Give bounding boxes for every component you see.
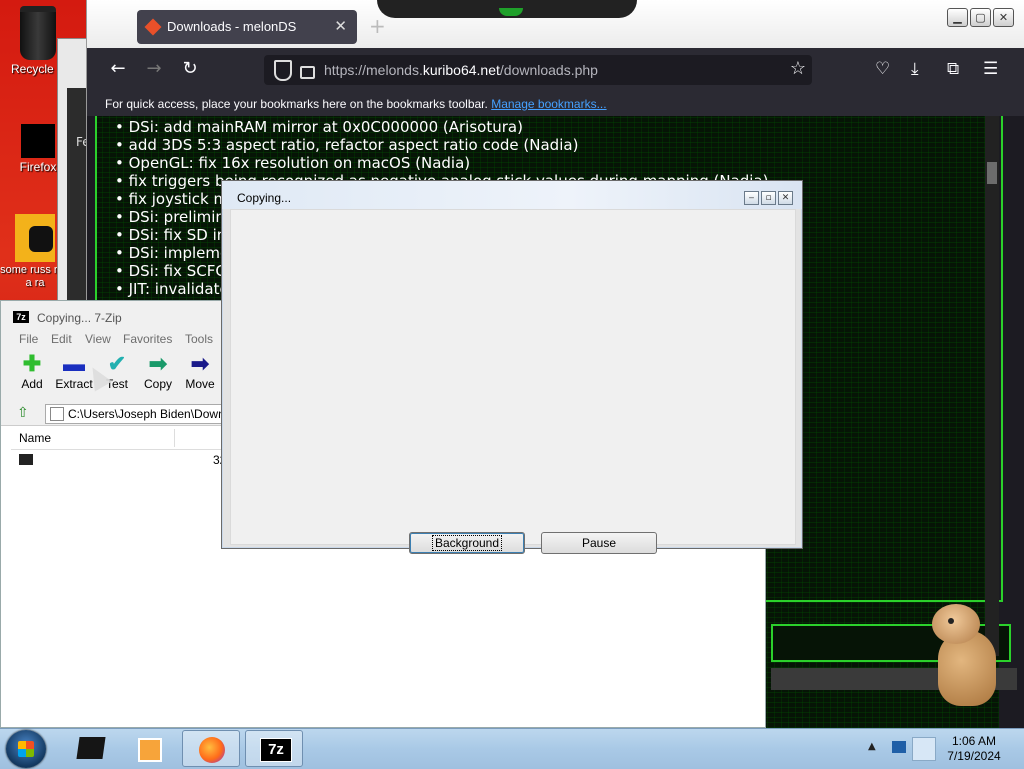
background-button[interactable]: Background [409, 532, 525, 554]
url-domain: kuribo64.net [422, 62, 500, 78]
7zip-icon: 7z [260, 738, 292, 762]
hamster-head [932, 604, 980, 644]
taskbar-item-firefox[interactable] [182, 730, 240, 767]
taskbar-item-terminal[interactable] [60, 730, 118, 767]
close-tab-icon[interactable]: ✕ [334, 17, 347, 35]
changelog-item: DSi: add mainRAM mirror at 0x0C000000 (A… [115, 118, 769, 136]
menu-view[interactable]: View [85, 332, 111, 346]
url-text: https://melonds.kuribo64.net/downloads.p… [324, 62, 598, 78]
clock-time: 1:06 AM [951, 734, 997, 748]
url-prefix: https://melonds. [324, 62, 423, 78]
add-button[interactable]: ✚ Add [10, 351, 54, 399]
bookmark-star-icon[interactable]: ☆ [790, 58, 806, 79]
add-label: Add [21, 377, 43, 391]
file-icon [15, 214, 55, 262]
page-scrollbar[interactable] [985, 116, 999, 656]
move-button[interactable]: ➡ Move [178, 351, 222, 399]
back-arrow-icon[interactable]: ← [107, 58, 129, 80]
pocket-icon[interactable]: ♡ [875, 58, 890, 80]
terminal-icon [76, 737, 106, 759]
copying-dialog: Copying... ‒ ▫ ✕ Background Pause [221, 180, 803, 554]
changelog-item: OpenGL: fix 16x resolution on macOS (Nad… [115, 154, 769, 172]
dialog-titlebar[interactable]: Copying... ‒ ▫ ✕ [222, 181, 802, 209]
path-text: C:\Users\Joseph Biden\Down [68, 407, 225, 421]
lock-icon[interactable] [300, 66, 315, 79]
up-folder-icon[interactable]: ⇧ [17, 405, 29, 421]
clock-date: 7/19/2024 [947, 749, 1001, 763]
hamster-eye [948, 618, 954, 624]
plus-icon: ✚ [22, 351, 42, 376]
close-button[interactable]: ✕ [993, 8, 1014, 27]
tray-network-icon[interactable] [912, 737, 936, 761]
media-player-icon [138, 738, 162, 762]
background-button-label: Background [431, 535, 503, 551]
dialog-title: Copying... [237, 191, 292, 205]
dialog-minimize-button[interactable]: ‒ [744, 191, 759, 205]
taskbar-clock[interactable]: 1:06 AM 7/19/2024 [934, 734, 1014, 764]
windows-logo-icon [18, 741, 34, 757]
menu-favorites[interactable]: Favorites [123, 332, 172, 346]
menu-edit[interactable]: Edit [51, 332, 72, 346]
pause-button-label: Pause [581, 536, 617, 550]
show-hidden-icons-icon[interactable]: ▲ [868, 741, 876, 752]
window-title: Copying... 7-Zip [37, 311, 122, 325]
copy-arrow-icon: ➡ [148, 351, 168, 376]
forward-arrow-icon[interactable]: → [143, 58, 165, 80]
taskbar-item-media-player[interactable] [120, 730, 178, 767]
folder-icon [50, 407, 64, 421]
tray-app-icon[interactable] [892, 741, 906, 753]
recycle-bin-icon [20, 6, 56, 60]
manage-bookmarks-link[interactable]: Manage bookmarks... [491, 97, 606, 111]
new-tab-icon[interactable]: + [369, 14, 386, 38]
taskbar-item-7zip[interactable]: 7z [245, 730, 303, 767]
menu-hamburger-icon[interactable]: ☰ [983, 58, 998, 80]
tracking-protection-shield-icon[interactable] [274, 60, 292, 81]
pause-button[interactable]: Pause [541, 532, 657, 554]
minimize-button[interactable]: ▁ [947, 8, 968, 27]
url-bar[interactable]: https://melonds.kuribo64.net/downloads.p… [264, 55, 812, 85]
firefox-shortcut-icon [21, 124, 55, 158]
melonds-favicon-icon [144, 18, 162, 36]
maximize-button[interactable]: ▢ [970, 8, 991, 27]
dialog-close-button[interactable]: ✕ [778, 191, 793, 205]
extensions-icon[interactable]: ⧉ [947, 58, 959, 80]
navigation-toolbar: ← → ↻ https://melonds.kuribo64.net/downl… [87, 48, 1024, 92]
hamster-pet-image[interactable] [930, 604, 1000, 708]
dialog-body: Background Pause [230, 209, 796, 554]
firefox-titlebar[interactable]: Downloads - melonDS ✕ + ▁ ▢ ✕ [87, 0, 1024, 48]
menu-file[interactable]: File [19, 332, 38, 346]
column-separator[interactable] [174, 429, 175, 447]
move-label: Move [185, 377, 215, 391]
bookmarks-hint-text: For quick access, place your bookmarks h… [105, 97, 488, 111]
changelog-item: add 3DS 5:3 aspect ratio, refactor aspec… [115, 136, 769, 154]
tab-downloads-melonds[interactable]: Downloads - melonDS ✕ [137, 10, 357, 44]
downloads-icon[interactable]: ⤓ [911, 58, 919, 80]
copy-label: Copy [143, 377, 172, 391]
7zip-app-icon: 7z [13, 311, 29, 323]
column-header-name[interactable]: Name [19, 431, 51, 445]
copy-button[interactable]: ➡ Copy [136, 351, 180, 399]
taskbar: 7z ▲ 1:06 AM 7/19/2024 [0, 728, 1024, 769]
firefox-icon [199, 737, 225, 763]
url-path: /downloads.php [499, 62, 598, 78]
tab-title: Downloads - melonDS [167, 19, 297, 34]
start-button[interactable] [6, 730, 46, 768]
file-icon [19, 454, 33, 465]
dialog-maximize-button[interactable]: ▫ [761, 191, 776, 205]
move-arrow-icon: ➡ [190, 351, 210, 376]
bookmarks-toolbar: For quick access, place your bookmarks h… [87, 92, 1024, 116]
scrollbar-thumb[interactable] [987, 162, 997, 184]
reload-icon[interactable]: ↻ [179, 58, 201, 80]
menu-tools[interactable]: Tools [185, 332, 213, 346]
